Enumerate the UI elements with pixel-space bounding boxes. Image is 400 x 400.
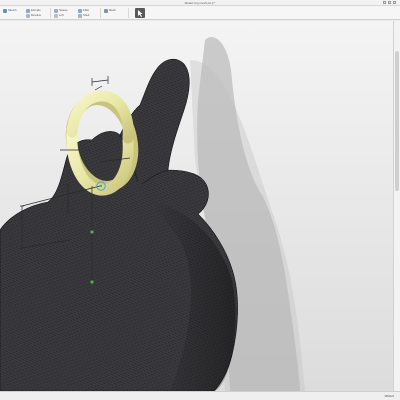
model-scene[interactable]: [0, 21, 393, 391]
sketch-point[interactable]: [99, 184, 103, 188]
vertical-scrollbar[interactable]: [393, 21, 400, 391]
maximize-icon[interactable]: [388, 1, 391, 4]
extrude-icon[interactable]: [26, 9, 30, 13]
ribbon-item-4[interactable]: Loft: [59, 13, 73, 18]
revolve-icon[interactable]: [26, 14, 30, 18]
shell-icon[interactable]: [78, 14, 82, 18]
mesh-icon[interactable]: [104, 9, 108, 13]
graphics-viewport[interactable]: [0, 21, 393, 391]
sketch-point[interactable]: [90, 230, 94, 234]
sweep-icon[interactable]: [54, 9, 58, 13]
units-indicator[interactable]: MMGS: [385, 394, 394, 398]
ribbon-toolbar: Sketch Extrude Revolve Sweep Loft Fillet…: [0, 6, 400, 20]
sketch-icon[interactable]: [3, 9, 7, 13]
loft-icon[interactable]: [54, 14, 58, 18]
close-icon[interactable]: [393, 1, 396, 4]
status-bar: MMGS: [0, 391, 400, 400]
sketch-point[interactable]: [90, 280, 94, 284]
select-tool-icon: [138, 10, 143, 17]
scrollbar-thumb[interactable]: [395, 51, 399, 191]
fillet-icon[interactable]: [78, 9, 82, 13]
ribbon-item-7[interactable]: Mesh: [109, 8, 123, 13]
ribbon-item-6[interactable]: Shell: [83, 13, 97, 18]
ribbon-separator: [100, 8, 101, 18]
ribbon-item-0[interactable]: Sketch: [8, 8, 22, 13]
ribbon-separator: [128, 8, 129, 18]
minimize-icon[interactable]: [383, 1, 386, 4]
ribbon-separator: [50, 8, 51, 18]
window-title: Model ring mesh.prt.jt *: [184, 1, 216, 5]
select-tool-button[interactable]: [135, 8, 145, 18]
ribbon-item-2[interactable]: Revolve: [31, 13, 47, 18]
